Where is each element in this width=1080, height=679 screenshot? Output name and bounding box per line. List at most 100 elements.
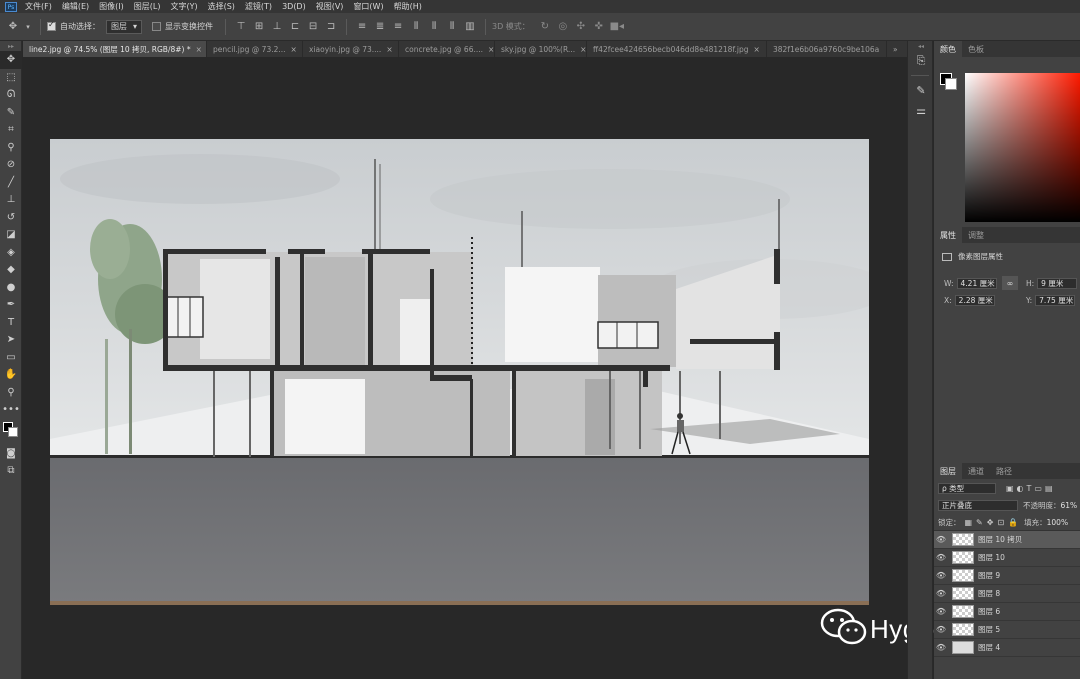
menu-image[interactable]: 图像(I)	[99, 1, 124, 12]
menu-file[interactable]: 文件(F)	[25, 1, 52, 12]
tab-concrete[interactable]: concrete.jpg @ 66.... ×	[399, 41, 495, 57]
tab-xiaoyin[interactable]: xiaoyin.jpg @ 73.... ×	[303, 41, 399, 57]
color-swatches[interactable]	[0, 419, 22, 445]
eyedropper-tool-icon[interactable]: ⚲	[0, 139, 22, 157]
background-color-swatch[interactable]	[945, 78, 957, 90]
history-panel-icon[interactable]: ⎘	[908, 51, 934, 71]
3d-drag-icon[interactable]: ✣	[574, 20, 588, 34]
align-bottom-icon[interactable]: ⊥	[270, 20, 284, 34]
distribute-vcenter-icon[interactable]: ≣	[373, 20, 387, 34]
move-tool-icon[interactable]: ✥	[6, 20, 20, 34]
eye-icon[interactable]: 👁	[934, 589, 948, 598]
distribute-bottom-icon[interactable]: ≡	[391, 20, 405, 34]
brush-tool-icon[interactable]: ╱	[0, 174, 22, 192]
tab-layers[interactable]: 图层	[934, 463, 962, 479]
auto-align-icon[interactable]: ▥	[463, 20, 477, 34]
move-tool-icon[interactable]: ✥	[0, 51, 22, 69]
menu-window[interactable]: 窗口(W)	[353, 1, 383, 12]
eraser-tool-icon[interactable]: ◪	[0, 226, 22, 244]
tab-paths[interactable]: 路径	[990, 463, 1018, 479]
distribute-top-icon[interactable]: ≡	[355, 20, 369, 34]
align-top-icon[interactable]: ⊤	[234, 20, 248, 34]
clone-stamp-tool-icon[interactable]: ⊥	[0, 191, 22, 209]
zoom-tool-icon[interactable]: ⚲	[0, 384, 22, 402]
menu-help[interactable]: 帮助(H)	[394, 1, 422, 12]
adjust-panel-icon[interactable]: ⚌	[908, 100, 934, 120]
history-brush-tool-icon[interactable]: ↺	[0, 209, 22, 227]
screen-mode-icon[interactable]: ⧉	[0, 462, 22, 480]
menu-layer[interactable]: 图层(L)	[134, 1, 161, 12]
paint-bucket-tool-icon[interactable]: ◈	[0, 244, 22, 262]
tab-ff42fcee[interactable]: ff42fcee424656becb046dd8e481218f.jpg ×	[587, 41, 767, 57]
more-tools-icon[interactable]: •••	[0, 401, 22, 419]
3d-slide-icon[interactable]: ✜	[592, 20, 606, 34]
crop-tool-icon[interactable]: ⌗	[0, 121, 22, 139]
fill-value[interactable]: 100%	[1047, 518, 1068, 527]
y-input[interactable]: 7.75 厘米	[1035, 295, 1076, 306]
lock-icons[interactable]: ▦✎✥⊡🔒	[965, 518, 1023, 527]
healing-brush-tool-icon[interactable]: ⊘	[0, 156, 22, 174]
close-icon[interactable]: ×	[196, 45, 202, 54]
menu-view[interactable]: 视图(V)	[316, 1, 344, 12]
path-select-tool-icon[interactable]: ➤	[0, 331, 22, 349]
menu-select[interactable]: 选择(S)	[208, 1, 235, 12]
menu-filter[interactable]: 滤镜(T)	[245, 1, 272, 12]
more-tabs-icon[interactable]: »	[887, 41, 907, 57]
height-input[interactable]: 9 厘米	[1037, 278, 1078, 289]
layer-row[interactable]: 👁 图层 6	[934, 603, 1080, 621]
pen-tool-icon[interactable]: ✒	[0, 296, 22, 314]
tab-channels[interactable]: 通道	[962, 463, 990, 479]
tab-pencil[interactable]: pencil.jpg @ 73.2... ×	[207, 41, 303, 57]
collapse-icon[interactable]: ◂◂	[908, 41, 934, 51]
blur-tool-icon[interactable]: ◆	[0, 261, 22, 279]
color-picker-field[interactable]	[965, 73, 1080, 222]
auto-select-checkbox[interactable]	[47, 20, 56, 31]
layer-row[interactable]: 👁 图层 5	[934, 621, 1080, 639]
3d-roll-icon[interactable]: ◎	[556, 20, 570, 34]
lasso-tool-icon[interactable]: ᘏ	[0, 86, 22, 104]
blend-mode-dropdown[interactable]: 正片叠底	[938, 500, 1018, 511]
x-input[interactable]: 2.28 厘米	[954, 295, 995, 306]
eye-icon[interactable]: 👁	[934, 625, 948, 634]
tab-swatches[interactable]: 色板	[962, 41, 990, 57]
tab-adjustments[interactable]: 调整	[962, 227, 990, 243]
3d-rotate-icon[interactable]: ↻	[538, 20, 552, 34]
close-icon[interactable]: ×	[291, 45, 297, 54]
menu-3d[interactable]: 3D(D)	[282, 2, 306, 11]
align-left-icon[interactable]: ⊏	[288, 20, 302, 34]
quick-select-tool-icon[interactable]: ✎	[0, 104, 22, 122]
quick-mask-icon[interactable]: ◙	[0, 445, 22, 463]
menu-type[interactable]: 文字(Y)	[170, 1, 197, 12]
close-icon[interactable]: ×	[386, 45, 392, 54]
distribute-left-icon[interactable]: ⦀	[409, 20, 423, 34]
tool-preset-chevron-icon[interactable]: ▾	[24, 20, 32, 34]
layer-row[interactable]: 👁 图层 4	[934, 639, 1080, 657]
eye-icon[interactable]: 👁	[934, 607, 948, 616]
close-icon[interactable]: ×	[754, 45, 760, 54]
distribute-hcenter-icon[interactable]: ⦀	[427, 20, 441, 34]
align-vcenter-icon[interactable]: ⊞	[252, 20, 266, 34]
close-icon[interactable]: ×	[488, 45, 494, 54]
align-hcenter-icon[interactable]: ⊟	[306, 20, 320, 34]
width-input[interactable]: 4.21 厘米	[956, 278, 997, 289]
brush-panel-icon[interactable]: ✎	[908, 80, 934, 100]
dodge-tool-icon[interactable]: ●	[0, 279, 22, 297]
rectangle-tool-icon[interactable]: ▭	[0, 349, 22, 367]
tab-properties[interactable]: 属性	[934, 227, 962, 243]
tab-sky[interactable]: sky.jpg @ 100%(R... ×	[495, 41, 587, 57]
eye-icon[interactable]: 👁	[934, 571, 948, 580]
type-tool-icon[interactable]: T	[0, 314, 22, 332]
transform-controls-checkbox[interactable]	[152, 22, 162, 31]
auto-select-target-dropdown[interactable]: 图层 ▾	[106, 19, 143, 34]
layer-filter-dropdown[interactable]: ρ 类型	[938, 482, 996, 494]
hand-tool-icon[interactable]: ✋	[0, 366, 22, 384]
menu-edit[interactable]: 编辑(E)	[62, 1, 89, 12]
tab-color[interactable]: 颜色	[934, 41, 962, 57]
close-icon[interactable]: ×	[580, 45, 586, 54]
distribute-right-icon[interactable]: ⦀	[445, 20, 459, 34]
eye-icon[interactable]: 👁	[934, 643, 948, 652]
tab-382f1e6b[interactable]: 382f1e6b06a9760c9be106a	[767, 41, 887, 57]
link-icon[interactable]: ∞	[1002, 276, 1018, 290]
panel-collapse-icon[interactable]: ▸▸	[0, 41, 22, 51]
document-canvas[interactable]	[50, 139, 869, 605]
